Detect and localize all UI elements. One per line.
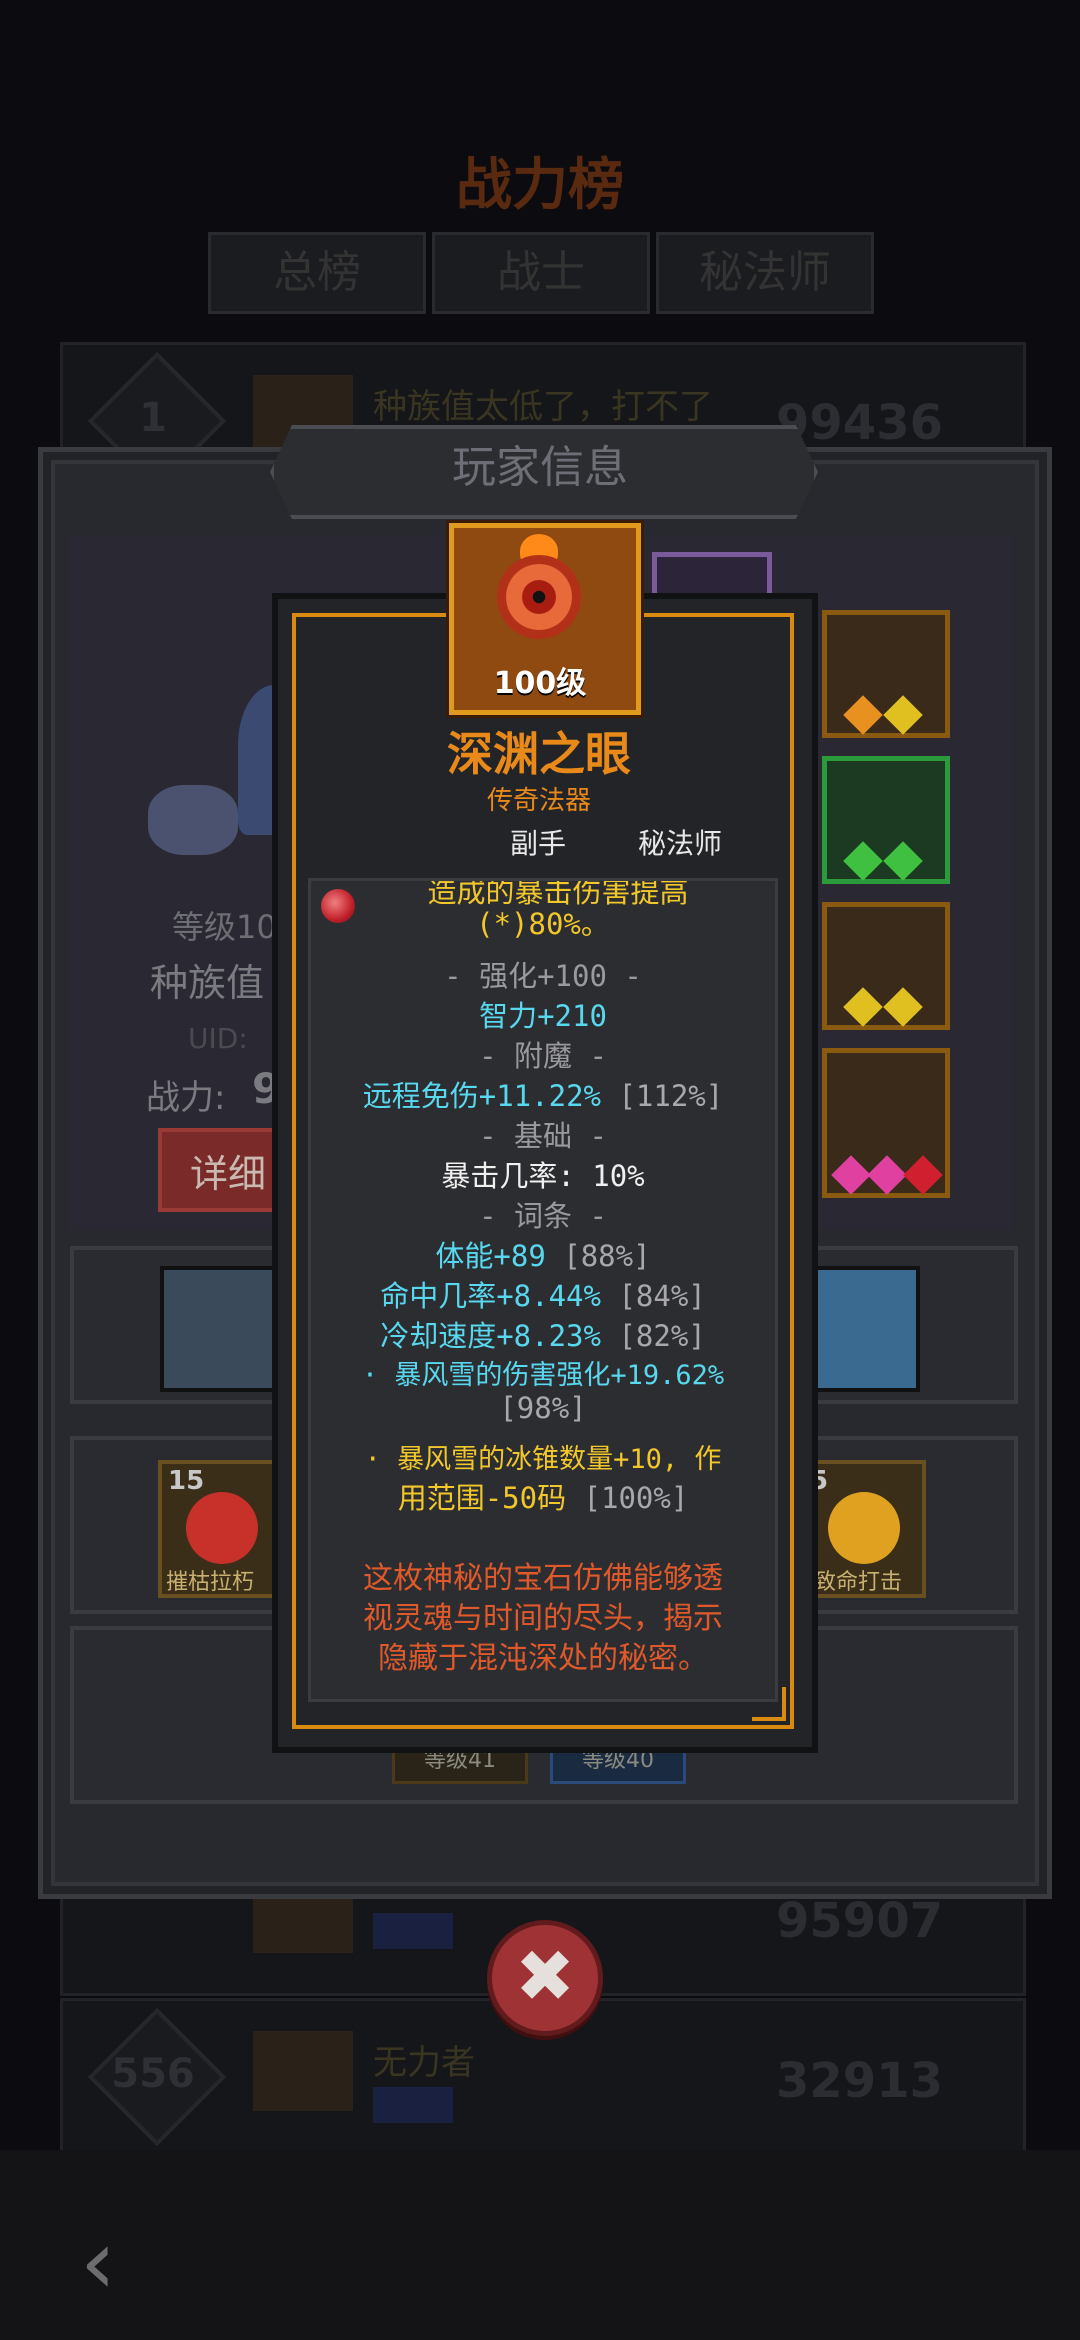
item-name: 深渊之眼 [447,727,631,781]
stat-line-partial: (*)80%。 [476,907,610,941]
close-icon[interactable]: ✖ [487,1920,603,2036]
socket-gem-icon [883,841,923,881]
rank-number: 556 [111,2051,195,2097]
player-avatar [253,2031,353,2111]
affix-blizzard-range: 用范围-50码 [397,1481,567,1515]
flavor-text-line: 视灵魂与时间的尽头，揭示 [363,1601,723,1636]
tab-warrior[interactable]: 战士 [432,232,650,314]
flavor-text-line: 隐藏于混沌深处的秘密。 [378,1641,708,1676]
tab-arcanist[interactable]: 秘法师 [656,232,874,314]
player-name: 无力者 [373,2043,475,2083]
class-badge [373,2087,453,2123]
player-score: 95907 [776,1893,943,1949]
affix-percentile: [82%] [618,1319,706,1353]
affix-cooldown: 冷却速度+8.23% [380,1319,601,1353]
affix-blizzard-damage: · 暴风雪的伤害强化+19.62% [361,1360,725,1391]
item-quality: 传奇法器 [486,786,591,816]
socket-gem-icon [883,987,923,1027]
affix-percentile: [88%] [563,1239,651,1273]
player-avatar [253,1893,353,1953]
section-enchant: - 附魔 - [479,1039,607,1073]
section-affix: - 词条 - [479,1199,607,1233]
item-level: 100级 [493,666,587,701]
abyss-eye-icon [497,555,581,639]
rank-number: 1 [139,395,167,441]
stat-percentile: [112%] [618,1079,724,1113]
power-label: 战力: [146,1078,226,1118]
socket-gem-icon [843,987,883,1027]
socket-gem-icon [843,841,883,881]
affix-blizzard-count: · 暴风雪的冰锥数量+10, 作 [364,1444,722,1475]
socket-gem-icon [883,695,923,735]
socket-gem-icon [867,1155,907,1195]
affix-line: 体能+89 [88%] [311,1233,775,1275]
affix-stamina: 体能+89 [435,1239,546,1273]
stat-intelligence: 智力+210 [479,999,607,1033]
affix-percentile: [100%] [583,1481,689,1515]
affix-percentile: [84%] [618,1279,706,1313]
item-class: 秘法师 [638,827,723,860]
leaderboard-title: 战力榜 [456,153,624,218]
affix-line: 用范围-50码 [100%] [311,1475,775,1517]
talent-label: 摧枯拉朽 [166,1570,255,1595]
talent-label: 致命打击 [814,1570,903,1595]
class-badge [373,1913,453,1949]
socket-gem-icon [903,1155,943,1195]
race-value-label: 种族值 [150,961,265,1005]
chevron-left-icon[interactable]: ‹ [80,2210,116,2315]
equip-slot-ring[interactable] [822,902,950,1030]
pet-sprite [148,785,238,855]
skill-icon[interactable] [160,1266,286,1392]
talent-icon [828,1492,900,1564]
affix-line: 命中几率+8.44% [84%] [311,1273,775,1315]
flavor-text-line: 这枚神秘的宝石仿佛能够透 [363,1561,723,1596]
detail-button[interactable]: 详细 [158,1128,288,1212]
frame-corner [292,613,326,647]
item-stats-box[interactable]: 造成的暴击伤害提高 (*)80%。 - 强化+100 - 智力+210 - 附魔… [308,878,778,1702]
socket-gem-icon [831,1155,871,1195]
equip-slot-offhand[interactable] [822,756,950,884]
section-enhance: - 强化+100 - [444,959,642,993]
affix-line: 冷却速度+8.23% [82%] [311,1313,775,1355]
talent-count: 15 [168,1466,205,1496]
affix-percentile: [98%] [499,1391,587,1425]
stat-enchant-line: 远程免伤+11.22% [112%] [311,1073,775,1115]
panel-title: 玩家信息 [452,442,628,493]
equip-slot-necklace[interactable] [822,610,950,738]
stat-ranged-reduction: 远程免伤+11.22% [362,1079,601,1113]
player-score: 32913 [776,2053,943,2109]
bottom-nav-bar [0,2150,1080,2340]
uid-label: UID: [188,1022,248,1055]
item-slot-type: 副手 [510,827,567,860]
player-name: 种族值太低了，打不了 [373,387,713,427]
talent-slot[interactable]: 15 摧枯拉朽 [158,1460,284,1598]
affix-hit-chance: 命中几率+8.44% [380,1279,601,1313]
tab-overall[interactable]: 总榜 [208,232,426,314]
section-base: - 基础 - [479,1119,607,1153]
socket-gem-icon [843,695,883,735]
equip-slot-abyss-eye[interactable] [822,1048,950,1198]
talent-icon [186,1492,258,1564]
talent-slot[interactable]: 5 致命打击 [800,1460,926,1598]
stat-crit-chance: 暴击几率: 10% [441,1159,645,1193]
